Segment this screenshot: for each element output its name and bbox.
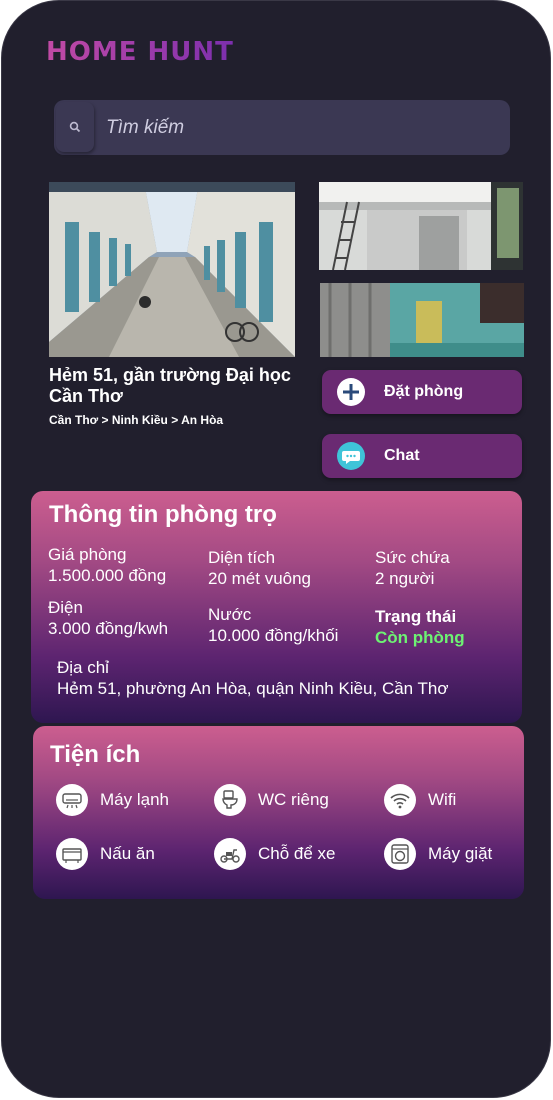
electric-field: Điện 3.000 đồng/kwh	[48, 597, 168, 639]
capacity-field: Sức chứa 2 người	[375, 547, 450, 589]
address-label: Địa chỉ	[57, 658, 109, 677]
amenity-label: Máy lạnh	[100, 790, 169, 809]
water-field: Nước 10.000 đồng/khối	[208, 604, 338, 646]
search-bar	[54, 100, 510, 155]
stove-icon	[56, 838, 88, 870]
amenity-label: Máy giặt	[428, 844, 493, 863]
phone-screen: HOME HUNT Tìm kiếm Hẻm 51, gần trường Đạ…	[1, 0, 551, 1098]
price-label: Giá phòng	[48, 545, 127, 564]
electric-label: Điện	[48, 598, 83, 617]
chat-label: Chat	[384, 447, 420, 464]
status-label: Trạng thái	[375, 607, 457, 626]
amenity-air-conditioner: Máy lạnh	[56, 784, 169, 816]
amenity-label: Wifi	[428, 790, 457, 809]
room-photo-loft[interactable]	[319, 182, 523, 270]
area-label: Diện tích	[208, 548, 276, 567]
amenity-washing-machine: Máy giặt	[384, 838, 492, 870]
water-value: 10.000 đồng/khối	[208, 626, 339, 645]
status-value: Còn phòng	[375, 628, 465, 647]
amenity-cooking: Nấu ăn	[56, 838, 155, 870]
air-conditioner-icon	[56, 784, 88, 816]
status-field: Trạng thái Còn phòng	[375, 606, 465, 648]
amenity-label: Chỗ để xe	[258, 844, 336, 863]
capacity-value: 2 người	[375, 569, 435, 588]
location-breadcrumb[interactable]: Cần Thơ > Ninh Kiều > An Hòa	[49, 413, 223, 427]
app-logo[interactable]: HOME HUNT	[46, 37, 234, 67]
electric-value: 3.000 đồng/kwh	[48, 619, 169, 638]
capacity-label: Sức chứa	[375, 548, 450, 567]
listing-title: Hẻm 51, gần trường Đại học Cần Thơ	[49, 365, 291, 406]
search-button[interactable]	[56, 102, 94, 152]
plus-icon	[336, 377, 366, 407]
water-label: Nước	[208, 605, 252, 624]
chat-button[interactable]: Chat	[322, 434, 522, 478]
scooter-icon	[214, 838, 246, 870]
amenity-private-wc: WC riêng	[214, 784, 329, 816]
amenity-wifi: Wifi	[384, 784, 456, 816]
book-room-button[interactable]: Đặt phòng	[322, 370, 522, 414]
search-icon	[69, 121, 81, 133]
room-info-card: Thông tin phòng trọ Giá phòng 1.500.000 …	[31, 491, 522, 723]
amenity-label: WC riêng	[258, 790, 329, 809]
amenities-heading: Tiện ích	[50, 741, 141, 768]
amenities-card: Tiện ích Máy lạnh WC riêng Wifi Nấu ăn C…	[33, 726, 524, 899]
address-value: Hẻm 51, phường An Hòa, quận Ninh Kiều, C…	[57, 679, 449, 698]
book-room-label: Đặt phòng	[384, 383, 464, 400]
chat-icon	[336, 441, 366, 471]
wifi-icon	[384, 784, 416, 816]
room-photo-main[interactable]	[49, 182, 295, 357]
toilet-icon	[214, 784, 246, 816]
price-value: 1.500.000 đồng	[48, 566, 167, 585]
price-field: Giá phòng 1.500.000 đồng	[48, 544, 166, 586]
search-input[interactable]	[104, 110, 498, 146]
area-value: 20 mét vuông	[208, 569, 312, 588]
room-info-heading: Thông tin phòng trọ	[49, 501, 277, 528]
area-field: Diện tích 20 mét vuông	[208, 547, 311, 589]
room-photo-interior[interactable]	[320, 283, 524, 357]
address-field: Địa chỉ Hẻm 51, phường An Hòa, quận Ninh…	[57, 657, 449, 699]
washing-machine-icon	[384, 838, 416, 870]
amenity-parking: Chỗ để xe	[214, 838, 336, 870]
amenity-label: Nấu ăn	[100, 844, 155, 863]
